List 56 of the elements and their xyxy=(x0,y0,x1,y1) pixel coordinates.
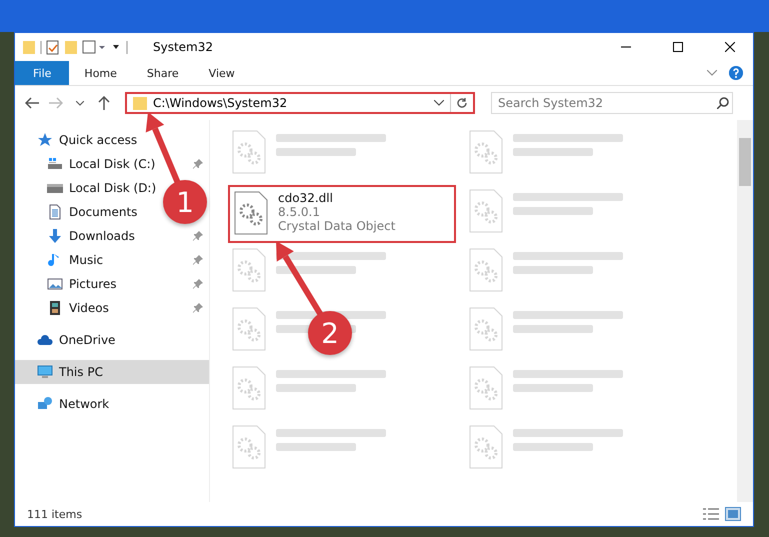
sidebar-item[interactable]: Local Disk (C:) xyxy=(15,152,209,176)
pc-icon xyxy=(37,364,53,380)
gear-file-icon xyxy=(234,191,268,235)
blurred-file-icon xyxy=(469,307,503,351)
help-icon[interactable] xyxy=(729,66,743,80)
file-description: Crystal Data Object xyxy=(278,219,396,233)
item-count: 111 items xyxy=(27,508,82,520)
pictures-icon xyxy=(47,276,63,292)
blurred-file-icon xyxy=(469,425,503,469)
caret-icon xyxy=(76,100,84,106)
close-icon xyxy=(725,42,735,52)
sidebar-item[interactable]: This PC xyxy=(15,360,209,384)
chevron-icon[interactable] xyxy=(707,70,717,76)
sidebar-item[interactable]: Pictures xyxy=(15,272,209,296)
sidebar-item[interactable]: Local Disk (D:) xyxy=(15,176,162,200)
window-title: System32 xyxy=(153,40,214,54)
sidebar-item[interactable]: Quick access xyxy=(15,128,144,152)
folder-icon xyxy=(133,96,147,110)
blurred-file-icon xyxy=(469,189,503,233)
dropdown-icon[interactable] xyxy=(434,100,444,106)
cloud-icon xyxy=(37,332,53,348)
sidebar-item[interactable]: Network xyxy=(15,392,116,416)
sidebar-item[interactable]: Documents xyxy=(15,200,144,224)
blurred-file-icon xyxy=(232,307,266,351)
file-menu-button[interactable]: File xyxy=(15,61,70,85)
file-name: cdo32.dll xyxy=(278,191,334,205)
documents-icon xyxy=(47,204,63,220)
blurred-file-icon xyxy=(232,248,266,292)
blurred-file-icon xyxy=(232,425,266,469)
address-bar[interactable]: C:\Windows\System32 xyxy=(125,92,475,114)
blurred-file-icon xyxy=(469,366,503,410)
blurred-file-icon xyxy=(469,248,503,292)
downloads-icon xyxy=(47,228,63,244)
star-icon xyxy=(37,132,53,148)
network-icon xyxy=(37,396,53,412)
videos-icon xyxy=(47,300,63,316)
sidebar-item[interactable]: Music xyxy=(15,248,209,272)
ribbon-tab[interactable]: View xyxy=(194,61,250,85)
search-field[interactable]: Search System32 xyxy=(491,92,733,114)
blurred-file-icon xyxy=(469,130,503,174)
refresh-icon[interactable] xyxy=(456,97,468,109)
sidebar-item[interactable]: Downloads xyxy=(15,224,209,248)
minimize-icon xyxy=(621,46,631,48)
sidebar-item[interactable]: OneDrive xyxy=(15,328,122,352)
drive-c-icon xyxy=(47,156,63,172)
scrollbar[interactable] xyxy=(737,120,753,502)
blurred-file-icon xyxy=(232,130,266,174)
maximize-icon xyxy=(673,42,683,52)
sidebar-item[interactable]: Videos xyxy=(15,296,209,320)
blurred-file-icon xyxy=(232,366,266,410)
file-version: 8.5.0.1 xyxy=(278,205,321,219)
ribbon-tab[interactable]: Share xyxy=(132,61,194,85)
large-icons-view-icon[interactable] xyxy=(725,507,741,521)
ribbon-tab[interactable]: Home xyxy=(69,61,132,85)
file-item[interactable]: cdo32.dll 8.5.0.1 Crystal Data Object xyxy=(228,185,456,243)
details-view-icon[interactable] xyxy=(703,508,719,520)
